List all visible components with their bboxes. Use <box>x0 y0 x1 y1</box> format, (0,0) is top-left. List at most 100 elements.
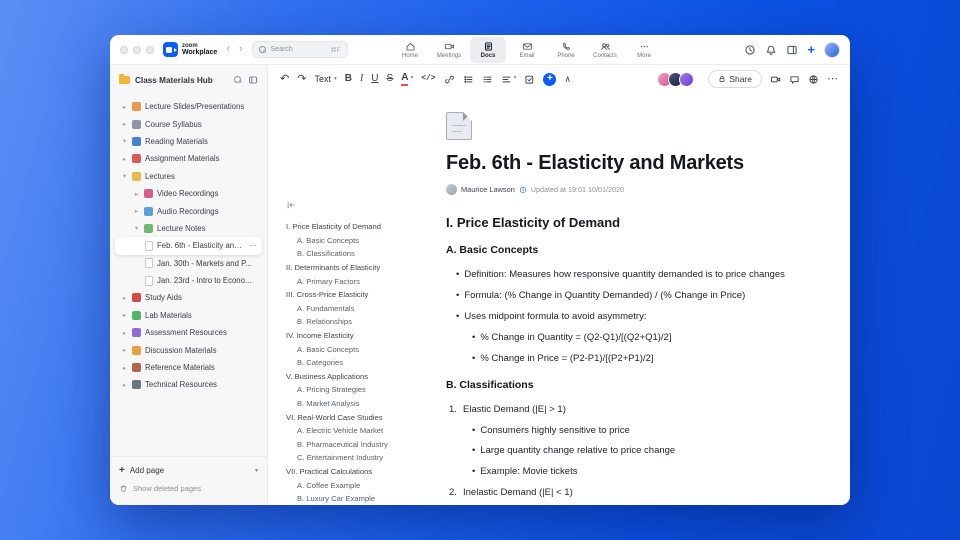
code-button[interactable]: </> <box>421 75 435 83</box>
outline-item[interactable]: C. Entertainment Industry <box>286 451 416 465</box>
strikethrough-button[interactable]: S <box>387 74 394 84</box>
outline-item[interactable]: B. Categories <box>286 356 416 370</box>
chevron-right-icon[interactable]: ▸ <box>121 103 128 111</box>
collapse-sidebar-icon[interactable] <box>248 75 258 85</box>
tab-meetings[interactable]: Meetings <box>431 37 467 63</box>
sidebar-item[interactable]: ▸ Technical Resources <box>115 376 262 393</box>
chevron-right-icon[interactable]: ▸ <box>121 155 128 163</box>
sidebar-item[interactable]: Jan. 23rd - Intro to Econo... <box>115 272 262 289</box>
close-window-button[interactable] <box>120 45 128 54</box>
align-button[interactable]: ▾ <box>501 74 516 85</box>
sidebar-item[interactable]: ▸ Video Recordings <box>115 185 262 202</box>
outline-item[interactable]: A. Basic Concepts <box>286 342 416 356</box>
new-item-button[interactable]: + <box>807 43 815 56</box>
outline-item[interactable]: A. Coffee Example <box>286 478 416 492</box>
outline-item[interactable]: B. Relationships <box>286 315 416 329</box>
sidebar-item[interactable]: Feb. 6th - Elasticity and M... ⋯ <box>115 237 262 255</box>
outline-item[interactable]: B. Classifications <box>286 247 416 261</box>
tab-contacts[interactable]: Contacts <box>587 37 623 63</box>
document-title[interactable]: Feb. 6th - Elasticity and Markets <box>446 152 816 175</box>
chevron-right-icon[interactable]: ▸ <box>121 381 128 389</box>
chevron-right-icon[interactable]: ▸ <box>121 329 128 337</box>
sidebar-item[interactable]: ▸ Lab Materials <box>115 307 262 324</box>
outline-item[interactable]: B. Market Analysis <box>286 397 416 411</box>
chevron-right-icon[interactable]: ▸ <box>133 190 140 198</box>
outline-item[interactable]: A. Pricing Strategies <box>286 383 416 397</box>
outline-item[interactable]: B. Pharmaceutical Industry <box>286 438 416 452</box>
sidebar-item[interactable]: ▸ Course Syllabus <box>115 115 262 132</box>
insert-button[interactable]: + <box>543 72 557 86</box>
bold-button[interactable]: B <box>345 74 352 84</box>
outline-item[interactable]: A. Basic Concepts <box>286 234 416 248</box>
sidebar-item[interactable]: ▾ Reading Materials <box>115 133 262 150</box>
global-search-input[interactable]: Search ⌘F <box>251 41 348 58</box>
zoom-window-button[interactable] <box>146 45 154 54</box>
document-body[interactable]: I. Price Elasticity of Demand A. Basic Co… <box>446 215 816 499</box>
show-deleted-button[interactable]: Show deleted pages <box>119 481 258 496</box>
link-button[interactable] <box>444 74 455 85</box>
chevron-right-icon[interactable]: ▸ <box>121 294 128 302</box>
clock-icon[interactable] <box>744 44 756 56</box>
chevron-down-icon[interactable]: ▾ <box>133 224 140 232</box>
outline-item[interactable]: II. Determinants of Elasticity <box>286 261 416 275</box>
chevron-down-icon[interactable]: ▾ <box>255 467 258 474</box>
outline-item[interactable]: A. Primary Factors <box>286 274 416 288</box>
chevron-right-icon[interactable]: ▸ <box>121 311 128 319</box>
tab-email[interactable]: Email <box>509 37 545 63</box>
italic-button[interactable]: I <box>360 74 363 84</box>
outline-item[interactable]: A. Electric Vehicle Market <box>286 424 416 438</box>
start-video-button[interactable] <box>770 74 781 85</box>
outline-item[interactable]: I. Price Elasticity of Demand <box>286 220 416 234</box>
outline-item[interactable]: III. Cross-Price Elasticity <box>286 288 416 302</box>
minimize-window-button[interactable] <box>133 45 141 54</box>
collaborator-avatar[interactable] <box>679 71 695 87</box>
collapse-outline-icon[interactable] <box>286 197 416 215</box>
chevron-right-icon[interactable]: ▸ <box>133 207 140 215</box>
outline-item[interactable]: VII. Practical Calculations <box>286 465 416 479</box>
sidebar-item[interactable]: ▸ Reference Materials <box>115 359 262 376</box>
numbered-list-button[interactable] <box>482 74 493 85</box>
collaborator-avatars[interactable] <box>657 71 695 87</box>
sidebar-item[interactable]: ▸ Discussion Materials <box>115 341 262 358</box>
checklist-button[interactable] <box>524 74 535 85</box>
undo-button[interactable]: ↶ <box>280 73 289 85</box>
sidebar-item[interactable]: ▾ Lectures <box>115 168 262 185</box>
collapse-toolbar-button[interactable]: ∧ <box>564 74 571 84</box>
sidebar-item[interactable]: ▸ Assessment Resources <box>115 324 262 341</box>
sidebar-item[interactable]: ▸ Assignment Materials <box>115 150 262 167</box>
more-options-button[interactable]: ⋯ <box>827 73 838 85</box>
outline-item[interactable]: V. Business Applications <box>286 370 416 384</box>
bulleted-list-button[interactable] <box>463 74 474 85</box>
profile-avatar[interactable] <box>824 41 840 58</box>
more-icon[interactable]: ⋯ <box>249 241 262 250</box>
redo-button[interactable]: ↷ <box>297 73 306 85</box>
sidebar-item[interactable]: ▸ Lecture Slides/Presentations <box>115 98 262 115</box>
tab-docs[interactable]: Docs <box>470 36 506 63</box>
language-button[interactable] <box>808 74 819 85</box>
chevron-right-icon[interactable]: ▸ <box>121 346 128 354</box>
tab-phone[interactable]: Phone <box>548 37 584 63</box>
comments-button[interactable] <box>789 74 800 85</box>
tab-home[interactable]: Home <box>392 37 428 63</box>
chevron-down-icon[interactable]: ▾ <box>121 172 128 180</box>
outline-item[interactable]: VI. Real-World Case Studies <box>286 410 416 424</box>
document-page[interactable]: Feb. 6th - Elasticity and Markets Mauric… <box>420 93 850 505</box>
tab-more[interactable]: More <box>626 37 662 63</box>
chevron-right-icon[interactable]: ▸ <box>121 364 128 372</box>
window-controls[interactable] <box>120 45 154 54</box>
sidebar-item[interactable]: ▾ Lecture Notes <box>115 220 262 237</box>
sidebar-search-icon[interactable] <box>234 76 242 84</box>
bell-icon[interactable] <box>765 44 777 56</box>
sidebar-item[interactable]: Jan. 30th - Markets and P... <box>115 255 262 272</box>
chevron-right-icon[interactable]: ▸ <box>121 120 128 128</box>
text-style-dropdown[interactable]: Text ▾ <box>314 74 336 84</box>
nav-forward-button[interactable]: › <box>239 44 243 55</box>
text-color-button[interactable]: A ▾ <box>401 72 413 86</box>
outline-item[interactable]: A. Fundamentals <box>286 302 416 316</box>
share-button[interactable]: Share <box>708 70 762 88</box>
panel-layout-icon[interactable] <box>786 44 798 56</box>
outline-item[interactable]: IV. Income Elasticity <box>286 329 416 343</box>
add-page-button[interactable]: + Add page ▾ <box>119 463 258 478</box>
sidebar-item[interactable]: ▸ Audio Recordings <box>115 202 262 219</box>
underline-button[interactable]: U <box>371 74 378 84</box>
